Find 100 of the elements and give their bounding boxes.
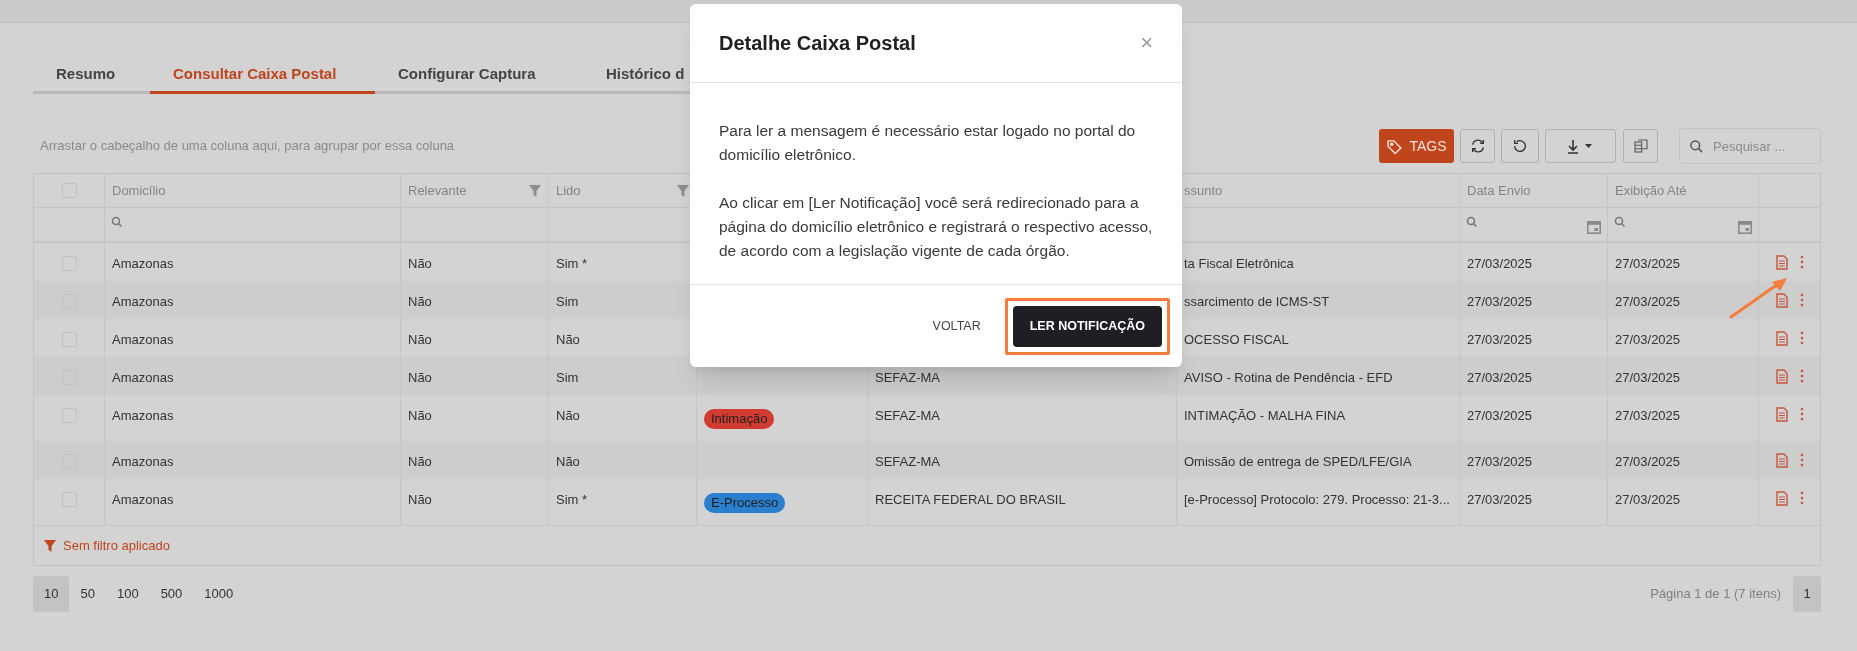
table-cell-text: Não xyxy=(408,255,432,273)
page-info: Página 1 de 1 (7 itens) xyxy=(1650,585,1781,604)
read-notification-button[interactable]: LER NOTIFICAÇÃO xyxy=(1012,305,1162,347)
tag[interactable]: E-Processo xyxy=(704,493,786,513)
column-header[interactable]: Data Envio xyxy=(1467,180,1600,201)
document-icon[interactable] xyxy=(1776,491,1788,506)
table-cell-text: 27/03/2025 xyxy=(1467,293,1533,311)
table-cell-text: Amazonas xyxy=(112,369,174,387)
more-icon[interactable] xyxy=(1800,331,1804,345)
column-header[interactable]: Domicílio xyxy=(112,180,393,201)
more-icon[interactable] xyxy=(1800,369,1804,383)
table-cell-text: Não xyxy=(408,491,432,509)
table-cell-text: Amazonas xyxy=(112,453,174,471)
tags-button[interactable]: TAGS xyxy=(1379,129,1454,163)
more-icon[interactable] xyxy=(1800,453,1804,467)
column-header[interactable]: Relevante xyxy=(408,180,529,201)
table-cell-text: 27/03/2025 xyxy=(1467,491,1533,509)
more-icon[interactable] xyxy=(1800,491,1804,505)
table-cell-text: INTIMAÇÃO - MALHA FINA xyxy=(1184,407,1346,425)
table-cell-text: 27/03/2025 xyxy=(1615,293,1681,311)
more-icon[interactable] xyxy=(1800,255,1804,269)
table-cell-text: Amazonas xyxy=(112,491,174,509)
page-button[interactable]: 1 xyxy=(1793,576,1821,612)
table-cell-text: Não xyxy=(408,369,432,387)
dialog-message: Para ler a mensagem é necessário estar logado no portal do domicílio eletrônico. xyxy=(719,121,1137,165)
page-size-option[interactable]: 1000 xyxy=(193,576,245,612)
table-cell-text: Não xyxy=(556,407,580,425)
document-icon[interactable] xyxy=(1776,255,1788,270)
table-cell-text: Não xyxy=(556,331,580,349)
table-cell-text: Amazonas xyxy=(112,407,174,425)
refresh-button[interactable] xyxy=(1460,129,1495,163)
tab[interactable]: Configurar Captura xyxy=(375,57,574,94)
table-cell-text: Não xyxy=(408,407,432,425)
table-cell-text: Não xyxy=(556,453,580,471)
table-cell-text: ssarcimento de ICMS-ST xyxy=(1184,293,1330,311)
table-cell-text: Omissão de entrega de SPED/LFE/GIA xyxy=(1184,453,1412,471)
filter-icon[interactable] xyxy=(529,184,541,197)
document-icon[interactable] xyxy=(1776,331,1788,346)
back-button[interactable]: VOLTAR xyxy=(926,305,987,347)
columns-button[interactable] xyxy=(1623,129,1658,163)
filter-icon xyxy=(44,539,56,552)
table-cell-text: SEFAZ-MA xyxy=(875,453,940,471)
filter-status[interactable]: Sem filtro aplicado xyxy=(63,535,170,556)
tab[interactable]: Resumo xyxy=(33,57,150,94)
document-icon[interactable] xyxy=(1776,369,1788,384)
table-cell-text: 27/03/2025 xyxy=(1615,491,1681,509)
group-hint: Arrastar o cabeçalho de uma coluna aqui, para agrupar por essa coluna xyxy=(40,137,455,156)
table-cell-text: AVISO - Rotina de Pendência - EFD xyxy=(1184,369,1393,387)
column-header[interactable]: Lido xyxy=(556,180,677,201)
tag[interactable]: Intimação xyxy=(704,409,775,429)
column-header[interactable]: ssunto xyxy=(1184,180,1452,201)
undo-icon xyxy=(1512,138,1528,154)
table-cell-text: 27/03/2025 xyxy=(1615,255,1681,273)
search-icon xyxy=(1689,138,1704,154)
table-cell-text: Amazonas xyxy=(112,293,174,311)
table-cell-text: Não xyxy=(408,293,432,311)
table-cell-text: SEFAZ-MA xyxy=(875,407,940,425)
table-cell-text: [e-Processo] Protocolo: 279. Processo: 21-3... xyxy=(1184,491,1450,509)
dialog-message: Ao clicar em [Ler Notificação] você será redirecionado para a página do domicílio eletrônico e registrará o respectivo acesso, de acordo com a legislação vigente de cada órgão. xyxy=(719,193,1154,261)
table-cell-text: OCESSO FISCAL xyxy=(1184,331,1289,349)
tab[interactable]: Consultar Caixa Postal xyxy=(150,57,375,94)
table-cell-text: ta Fiscal Eletrônica xyxy=(1184,255,1294,273)
more-icon[interactable] xyxy=(1800,407,1804,421)
document-icon[interactable] xyxy=(1776,293,1788,308)
tab[interactable]: Histórico d xyxy=(574,57,690,94)
table-cell-text: 27/03/2025 xyxy=(1467,331,1533,349)
document-icon[interactable] xyxy=(1776,453,1788,468)
table-cell-text: 27/03/2025 xyxy=(1467,369,1533,387)
export-button[interactable] xyxy=(1545,129,1616,163)
table-cell-text: Sim * xyxy=(556,255,588,273)
table-cell-text: 27/03/2025 xyxy=(1467,255,1533,273)
table-cell-text: 27/03/2025 xyxy=(1615,331,1681,349)
page-size-option[interactable]: 50 xyxy=(69,576,106,612)
table-cell-text: RECEITA FEDERAL DO BRASIL xyxy=(875,491,1066,509)
table-cell-text: Sim xyxy=(556,369,579,387)
refresh-icon xyxy=(1469,138,1486,154)
table-cell-text: 27/03/2025 xyxy=(1467,407,1533,425)
calendar-icon[interactable] xyxy=(1587,220,1601,234)
table-cell-text: Sim xyxy=(556,293,579,311)
columns-icon xyxy=(1632,138,1649,154)
more-icon[interactable] xyxy=(1800,293,1804,307)
page-size-option[interactable]: 500 xyxy=(149,576,194,612)
table-cell-text: Sim * xyxy=(556,491,588,509)
table-cell-text: 27/03/2025 xyxy=(1467,453,1533,471)
table-cell-text: 27/03/2025 xyxy=(1615,453,1681,471)
document-icon[interactable] xyxy=(1776,407,1788,422)
column-header[interactable]: Exibição Até xyxy=(1615,180,1751,201)
page-size-option[interactable]: 10 xyxy=(33,576,70,612)
close-button[interactable]: × xyxy=(1140,32,1153,54)
table-cell-text: 27/03/2025 xyxy=(1615,407,1681,425)
calendar-icon[interactable] xyxy=(1738,220,1752,234)
table-cell-text: 27/03/2025 xyxy=(1615,369,1681,387)
table-cell-text: Não xyxy=(408,453,432,471)
search-field[interactable]: Pesquisar ... xyxy=(1679,128,1821,164)
table-cell-text: SEFAZ-MA xyxy=(875,369,940,387)
page-size-option[interactable]: 100 xyxy=(105,576,150,612)
reset-button[interactable] xyxy=(1501,129,1539,163)
table-cell-text: Não xyxy=(408,331,432,349)
dialog-title: Detalhe Caixa Postal xyxy=(719,31,916,56)
tag-icon xyxy=(1386,137,1404,155)
